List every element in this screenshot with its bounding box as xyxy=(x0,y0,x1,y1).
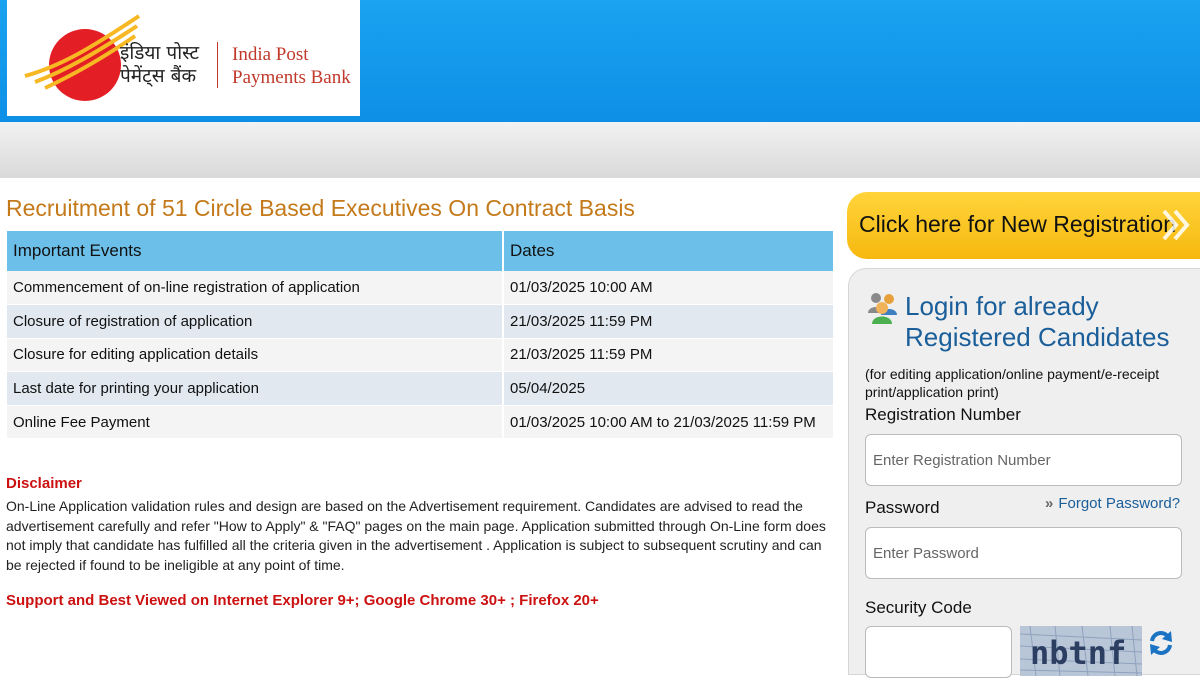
table-header-events: Important Events xyxy=(7,231,504,271)
table-row: Last date for printing your application … xyxy=(7,371,835,406)
login-panel: Login for already Registered Candidates … xyxy=(848,268,1200,678)
site-header: इंडिया पोस्ट पेमेंट्स बैंक India Post Pa… xyxy=(0,0,1200,122)
double-chevron-right-icon: » xyxy=(1045,495,1054,512)
important-events-table: Important Events Dates Commencement of o… xyxy=(7,231,835,440)
registration-number-input[interactable] xyxy=(865,434,1182,486)
date-cell: 21/03/2025 11:59 PM xyxy=(503,338,835,373)
logo-english-text: India Post Payments Bank xyxy=(232,44,351,88)
event-cell: Closure of registration of application xyxy=(7,304,504,339)
navigation-bar xyxy=(0,122,1200,178)
logo[interactable]: इंडिया पोस्ट पेमेंट्स बैंक India Post Pa… xyxy=(7,0,360,116)
browser-support-note: Support and Best Viewed on Internet Expl… xyxy=(6,592,599,609)
table-header-row: Important Events Dates xyxy=(7,231,835,271)
disclaimer-heading: Disclaimer xyxy=(6,475,82,492)
security-code-input[interactable] xyxy=(865,626,1012,678)
table-row: Closure for editing application details … xyxy=(7,338,835,373)
logo-divider xyxy=(217,42,218,88)
registration-number-label: Registration Number xyxy=(865,405,1021,424)
page-title: Recruitment of 51 Circle Based Executive… xyxy=(6,195,635,221)
password-label: Password xyxy=(865,498,940,517)
refresh-icon[interactable] xyxy=(1147,629,1175,657)
disclaimer-text: On-Line Application validation rules and… xyxy=(6,498,826,573)
date-cell: 21/03/2025 11:59 PM xyxy=(503,304,835,339)
table-row: Online Fee Payment 01/03/2025 10:00 AM t… xyxy=(7,405,835,440)
password-input[interactable] xyxy=(865,527,1182,579)
date-cell: 05/04/2025 xyxy=(503,371,835,406)
event-cell: Online Fee Payment xyxy=(7,405,504,440)
forgot-password-text: Forgot Password? xyxy=(1058,495,1181,512)
table-row: Closure of registration of application 2… xyxy=(7,304,835,339)
login-title: Login for already Registered Candidates xyxy=(905,291,1170,352)
forgot-password-link[interactable]: » Forgot Password? xyxy=(1045,495,1180,512)
logo-hindi-text: इंडिया पोस्ट पेमेंट्स बैंक xyxy=(120,42,200,87)
date-cell: 01/03/2025 10:00 AM to 21/03/2025 11:59 … xyxy=(503,405,835,440)
event-cell: Closure for editing application details xyxy=(7,338,504,373)
new-registration-button[interactable]: Click here for New Registration xyxy=(847,192,1200,259)
event-cell: Commencement of on-line registration of … xyxy=(7,271,504,306)
security-code-label: Security Code xyxy=(865,598,972,617)
login-subtitle: (for editing application/online payment/… xyxy=(865,366,1160,400)
double-chevron-right-icon xyxy=(1162,209,1190,241)
table-header-dates: Dates xyxy=(503,231,835,271)
users-icon xyxy=(868,293,897,324)
captcha-image: nbtnf xyxy=(1020,626,1142,676)
event-cell: Last date for printing your application xyxy=(7,371,504,406)
captcha-text: nbtnf xyxy=(1030,634,1126,672)
new-registration-label: Click here for New Registration xyxy=(859,211,1177,237)
table-row: Commencement of on-line registration of … xyxy=(7,271,835,306)
date-cell: 01/03/2025 10:00 AM xyxy=(503,271,835,306)
